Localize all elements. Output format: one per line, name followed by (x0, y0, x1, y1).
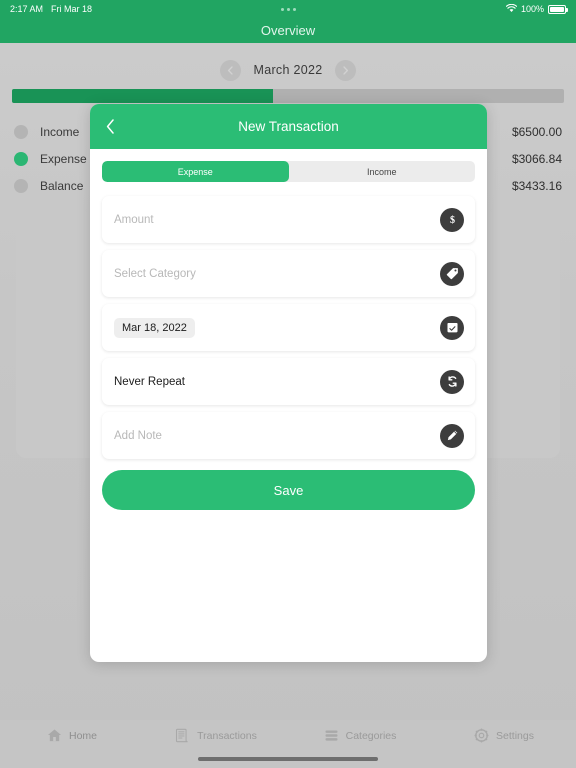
tab-categories[interactable]: Categories (288, 728, 432, 743)
repeat-value: Never Repeat (114, 375, 185, 388)
arrow-right-icon (342, 65, 348, 75)
date-value-chip[interactable]: Mar 18, 2022 (114, 317, 195, 338)
month-label: March 2022 (253, 63, 323, 77)
repeat-icon[interactable] (440, 369, 464, 394)
home-icon (47, 728, 62, 743)
segment-expense[interactable]: Expense (102, 161, 289, 182)
summary-value: $6500.00 (511, 124, 562, 139)
modal-header: New Transaction (90, 104, 487, 149)
tag-icon[interactable] (440, 261, 464, 286)
tab-home[interactable]: Home (0, 728, 144, 743)
dollar-icon[interactable]: $ (440, 207, 464, 232)
home-indicator (198, 757, 378, 761)
summary-value: $3433.16 (511, 178, 562, 193)
navigation-bar: Overview (0, 18, 576, 43)
app-root: 2:17 AM Fri Mar 18 100% Overview March 2… (0, 0, 576, 768)
amount-placeholder: Amount (114, 213, 154, 226)
pencil-icon[interactable] (440, 423, 464, 448)
note-field-row[interactable]: Add Note (102, 412, 475, 459)
status-date: Fri Mar 18 (51, 4, 93, 14)
tab-label: Transactions (197, 729, 257, 742)
repeat-field-row[interactable]: Never Repeat (102, 358, 475, 405)
tab-transactions[interactable]: Transactions (144, 728, 288, 743)
budget-progress-fill (12, 89, 274, 103)
status-time: 2:17 AM (10, 4, 44, 14)
next-month-button[interactable] (334, 59, 356, 81)
status-bar-right: 100% (505, 3, 568, 15)
page-title: Overview (260, 23, 316, 38)
status-bar: 2:17 AM Fri Mar 18 100% (0, 0, 576, 18)
tab-bar: Home Transactions Categories Settings (0, 720, 576, 768)
segment-income[interactable]: Income (289, 161, 476, 182)
modal-title: New Transaction (238, 119, 339, 134)
list-bars-icon (324, 728, 339, 743)
budget-progress-bar (12, 89, 564, 103)
battery-percent-label: 100% (520, 4, 544, 14)
month-selector: March 2022 (0, 52, 576, 88)
save-button[interactable]: Save (102, 470, 475, 510)
modal-body: Expense Income Amount $ Select Category (90, 149, 487, 510)
balance-dot-icon (14, 178, 28, 193)
wifi-icon (505, 3, 518, 15)
tab-label: Settings (496, 729, 534, 742)
expense-dot-icon (14, 151, 28, 166)
transaction-type-segmented-control: Expense Income (102, 161, 475, 182)
date-field-row[interactable]: Mar 18, 2022 (102, 304, 475, 351)
summary-value: $3066.84 (511, 151, 562, 166)
status-bar-left: 2:17 AM Fri Mar 18 (10, 4, 92, 14)
chevron-left-icon (106, 119, 114, 134)
category-field-row[interactable]: Select Category (102, 250, 475, 297)
summary-label: Income (40, 124, 80, 139)
arrow-left-icon (228, 65, 234, 75)
prev-month-button[interactable] (220, 59, 242, 81)
category-placeholder: Select Category (114, 267, 196, 280)
income-dot-icon (14, 124, 28, 139)
summary-label: Expense (40, 151, 87, 166)
svg-text:$: $ (450, 215, 455, 226)
calendar-icon[interactable] (440, 315, 464, 340)
gear-icon (474, 728, 489, 743)
tab-label: Home (68, 729, 97, 742)
battery-full-icon (548, 4, 568, 14)
new-transaction-modal: New Transaction Expense Income Amount $ … (90, 104, 487, 662)
tab-label: Categories (345, 729, 397, 742)
summary-label: Balance (40, 178, 84, 193)
document-icon (175, 728, 190, 743)
note-placeholder: Add Note (114, 429, 162, 442)
tab-settings[interactable]: Settings (432, 728, 576, 743)
back-button[interactable] (100, 104, 121, 149)
amount-field-row[interactable]: Amount $ (102, 196, 475, 243)
